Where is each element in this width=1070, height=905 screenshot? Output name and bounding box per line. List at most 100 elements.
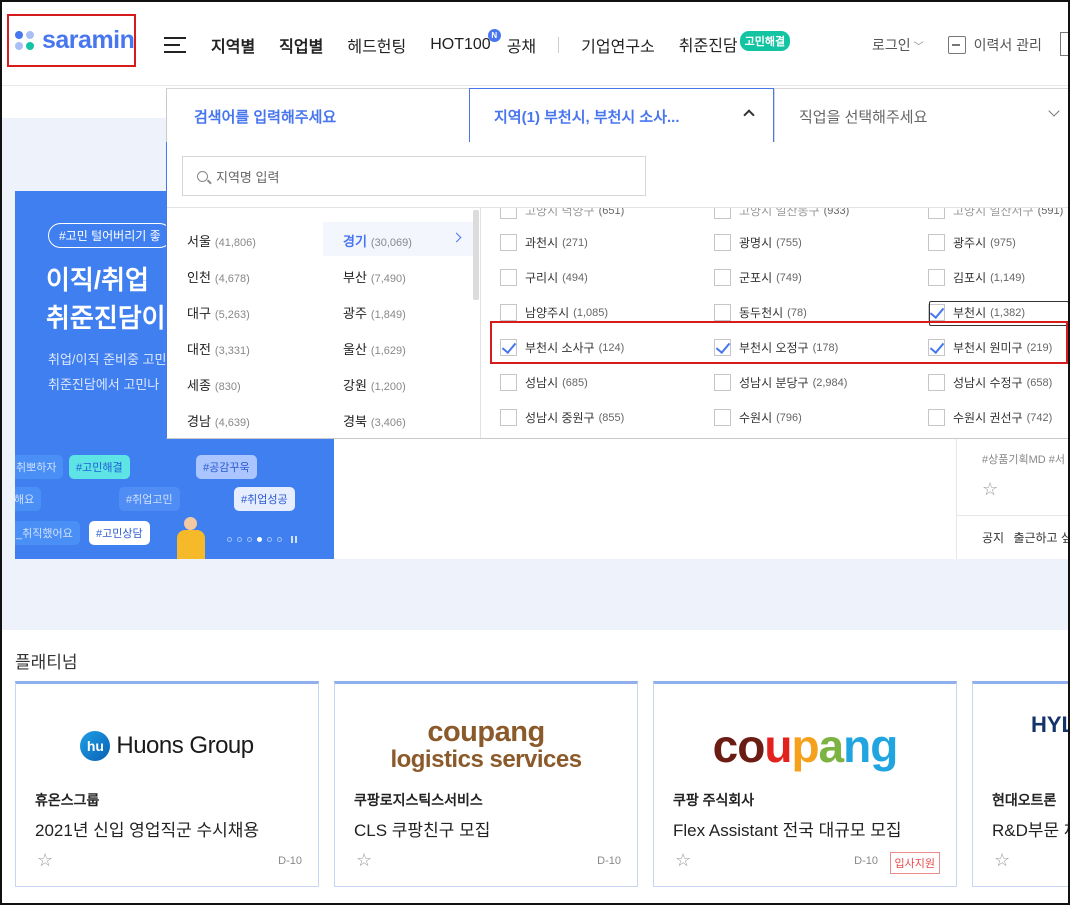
district-name: 고양시 일산동구 <box>739 208 820 218</box>
search-tabs: 검색어를 입력해주세요 지역(1) 부천시, 부천시 소사... 직업을 선택해… <box>166 88 1070 144</box>
district-name: 수원시 권선구 <box>953 411 1023 425</box>
menu-icon[interactable] <box>164 37 186 53</box>
district-item[interactable]: 고양시 일산동구 (933) <box>714 208 849 219</box>
province-name: 강원 <box>343 378 367 393</box>
highlight-annotation <box>490 321 1068 364</box>
district-count: (1,085) <box>573 306 609 319</box>
district-item[interactable]: 동두천시 (78) <box>714 304 807 321</box>
province-item[interactable]: 강원 (1,200) <box>343 375 406 394</box>
saramin-logo[interactable]: saramin <box>7 14 136 67</box>
job-title[interactable]: 2021년 신입 영업직군 수시채용 <box>35 816 259 841</box>
job-title[interactable]: R&D부문 채 <box>992 816 1070 841</box>
district-checkbox <box>714 304 731 321</box>
job-card[interactable]: hu Huons Group 휴온스그룹 2021년 신입 영업직군 수시채용 ☆… <box>15 681 319 887</box>
nav-headhunting[interactable]: 헤드헌팅 <box>347 33 406 57</box>
province-item[interactable]: 대구 (5,263) <box>187 303 250 322</box>
district-count: (742) <box>1026 411 1053 424</box>
region-tab[interactable]: 지역(1) 부천시, 부천시 소사... <box>469 88 774 144</box>
nav-job[interactable]: 직업별 <box>279 33 323 57</box>
district-name: 구리시 <box>525 271 559 285</box>
banner-tag: 해요 <box>15 487 42 511</box>
notice-text: 출근하고 싶 <box>1013 531 1070 545</box>
job-card[interactable]: coupang 쿠팡 주식회사 Flex Assistant 전국 대규모 모집… <box>653 681 957 887</box>
star-icon[interactable]: ☆ <box>356 850 372 871</box>
district-item[interactable]: 성남시 (685) <box>500 374 588 391</box>
nav-public-recruit[interactable]: 공채 <box>507 33 536 57</box>
district-checkbox <box>928 269 945 286</box>
district-item[interactable]: 남양주시 (1,085) <box>500 304 608 321</box>
province-name: 서울 <box>187 234 211 249</box>
district-name: 성남시 수정구 <box>953 376 1023 390</box>
province-item[interactable]: 부산 (7,490) <box>343 267 406 286</box>
job-title[interactable]: Flex Assistant 전국 대규모 모집 <box>673 816 902 841</box>
district-item[interactable]: 광주시 (975) <box>928 234 1016 251</box>
district-item[interactable]: 성남시 분당구 (2,984) <box>714 374 847 391</box>
province-item[interactable]: 서울 (41,806) <box>187 231 256 250</box>
district-item[interactable]: 고양시 일산서구 (591) <box>928 208 1063 219</box>
keyword-tab[interactable]: 검색어를 입력해주세요 <box>167 89 469 143</box>
job-card[interactable]: HYL 현대오트론 R&D부문 채 ☆ <box>972 681 1070 887</box>
job-tab[interactable]: 직업을 선택해주세요 <box>774 89 1070 143</box>
district-item[interactable]: 김포시 (1,149) <box>928 269 1025 286</box>
side-card[interactable]: #상품기획MD #서 ☆ 공지 출근하고 싶 <box>956 439 1070 559</box>
district-count: (494) <box>562 271 588 284</box>
district-item[interactable]: 고양시 덕양구 (651) <box>500 208 624 219</box>
apply-button[interactable]: 입사지원 <box>889 852 940 874</box>
province-item[interactable]: 대전 (3,331) <box>187 339 250 358</box>
province-item[interactable]: 경북 (3,406) <box>343 411 406 430</box>
nav-hot100-label: HOT100 <box>430 35 491 53</box>
district-item[interactable]: 과천시 (271) <box>500 234 588 251</box>
region-tab-label: 지역(1) 부천시, 부천시 소사... <box>494 108 680 126</box>
province-item[interactable]: 인천 (4,678) <box>187 267 250 286</box>
job-title[interactable]: CLS 쿠팡친구 모집 <box>354 816 490 841</box>
province-item[interactable]: 울산 (1,629) <box>343 339 406 358</box>
province-name: 대전 <box>187 342 211 357</box>
district-count: (855) <box>598 411 625 424</box>
district-checkbox <box>928 208 945 219</box>
nav-company-lab[interactable]: 기업연구소 <box>581 33 655 57</box>
person-illustration <box>175 517 205 559</box>
district-item[interactable]: 광명시 (755) <box>714 234 802 251</box>
concern-badge: 고민해결 <box>739 31 791 51</box>
search-icon <box>197 170 208 182</box>
province-item[interactable]: 경남 (4,639) <box>187 411 250 430</box>
header-utility: 로그인 ﹀ 이력서 관리 <box>872 35 1042 55</box>
district-item[interactable]: 성남시 중원구 (855) <box>500 409 624 426</box>
district-name: 성남시 분당구 <box>739 376 809 390</box>
logistics-logo-text: logistics services <box>390 746 582 773</box>
province-item[interactable]: 광주 (1,849) <box>343 303 406 322</box>
district-item[interactable]: 수원시 (796) <box>714 409 802 426</box>
province-name: 세종 <box>187 378 211 393</box>
star-icon[interactable]: ☆ <box>994 850 1010 871</box>
region-search-input[interactable]: 지역명 입력 <box>182 156 646 196</box>
star-icon[interactable]: ☆ <box>982 479 998 500</box>
star-icon[interactable]: ☆ <box>675 850 691 871</box>
carousel-indicator[interactable] <box>227 536 297 543</box>
chevron-up-icon <box>743 109 755 121</box>
district-checkbox <box>928 409 945 426</box>
province-count: (830) <box>214 381 241 393</box>
district-checkbox <box>500 304 517 321</box>
district-item[interactable]: 군포시 (749) <box>714 269 802 286</box>
district-item[interactable]: 성남시 수정구 (658) <box>928 374 1052 391</box>
district-item[interactable]: 구리시 (494) <box>500 269 588 286</box>
nav-hot100[interactable]: HOT100 N <box>430 28 501 54</box>
nav-region[interactable]: 지역별 <box>211 33 255 57</box>
district-item[interactable]: 수원시 권선구 (742) <box>928 409 1052 426</box>
login-link[interactable]: 로그인 <box>872 35 911 55</box>
platinum-title: 플래티넘 <box>15 653 78 672</box>
company-logo: hu Huons Group <box>16 706 318 786</box>
resume-link[interactable]: 이력서 관리 <box>974 35 1042 55</box>
province-count: (1,200) <box>370 381 406 393</box>
district-name: 남양주시 <box>525 306 570 320</box>
province-scrollbar[interactable] <box>473 210 479 300</box>
province-item[interactable]: 세종 (830) <box>187 375 241 394</box>
notice-row[interactable]: 공지 출근하고 싶 <box>957 515 1070 546</box>
job-card[interactable]: coupang logistics services 쿠팡로지스틱스서비스 CL… <box>334 681 638 887</box>
province-count: (1,629) <box>370 345 406 357</box>
province-item-selected[interactable]: 경기 (30,069) <box>343 231 412 250</box>
district-count: (796) <box>776 411 802 424</box>
nav-career-talk[interactable]: 취준진담 고민해결 <box>679 31 791 57</box>
star-icon[interactable]: ☆ <box>37 850 53 871</box>
notice-label: 공지 <box>982 531 1005 545</box>
